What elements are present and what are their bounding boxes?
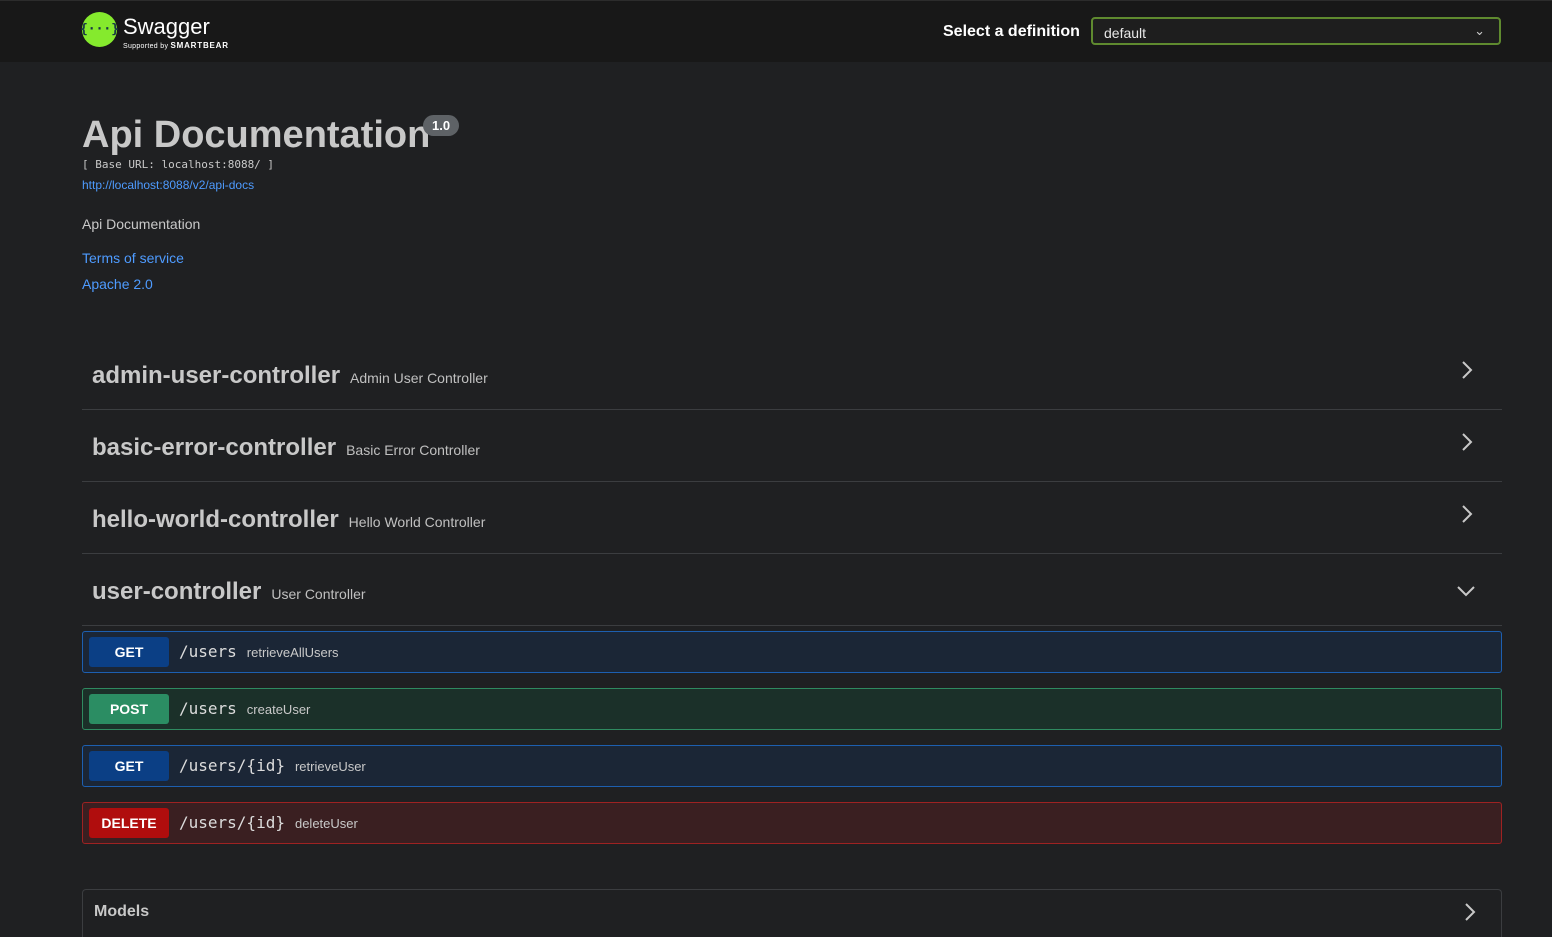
tag-name: basic-error-controller — [92, 434, 337, 461]
operation-path: /users/{id} — [179, 756, 285, 775]
terms-of-service-link[interactable]: Terms of service — [82, 250, 184, 266]
tag-name: hello-world-controller — [92, 506, 339, 533]
method-badge: DELETE — [89, 808, 169, 838]
operation-delete-user[interactable]: DELETE /users/{id} deleteUser — [82, 802, 1502, 844]
operation-summary: retrieveUser — [294, 759, 366, 774]
operation-get-users[interactable]: GET /users retrieveAllUsers — [82, 631, 1502, 673]
api-description: Api Documentation — [82, 216, 201, 232]
definition-select[interactable]: default ⌄ — [1091, 17, 1501, 45]
operation-summary: deleteUser — [294, 816, 358, 831]
chevron-right-icon — [1465, 903, 1476, 921]
top-bar: {···} Swagger Supported by SMARTBEAR Sel… — [0, 0, 1552, 62]
chevron-right-icon — [1462, 361, 1473, 379]
chevron-right-icon — [1462, 433, 1473, 451]
method-badge: GET — [89, 751, 169, 781]
operation-summary: createUser — [246, 702, 311, 717]
tag-user-controller[interactable]: user-controller User Controller — [82, 554, 1502, 626]
method-badge: GET — [89, 637, 169, 667]
tag-admin-user-controller[interactable]: admin-user-controller Admin User Controll… — [82, 338, 1502, 410]
page-title: Api Documentation — [82, 114, 431, 156]
tag-basic-error-controller[interactable]: basic-error-controller Basic Error Contro… — [82, 410, 1502, 482]
tag-description: Admin User Controller — [350, 370, 488, 386]
base-url: [ Base URL: localhost:8088/ ] — [82, 158, 275, 171]
operation-path: /users — [179, 642, 237, 661]
api-docs-link[interactable]: http://localhost:8088/v2/api-docs — [82, 178, 254, 192]
tag-description: User Controller — [271, 586, 366, 602]
swagger-logo-icon: {···} — [80, 12, 119, 47]
chevron-down-icon — [1457, 586, 1475, 597]
tag-name: user-controller — [92, 578, 262, 605]
models-section[interactable]: Models — [82, 889, 1502, 937]
chevron-right-icon — [1462, 505, 1473, 523]
logo-title: Swagger — [123, 14, 210, 39]
models-title: Models — [94, 903, 150, 920]
tag-description: Basic Error Controller — [346, 442, 480, 458]
operation-summary: retrieveAllUsers — [246, 645, 339, 660]
version-badge: 1.0 — [423, 115, 460, 136]
operation-path: /users/{id} — [179, 813, 285, 832]
method-badge: POST — [89, 694, 169, 724]
tag-name: admin-user-controller — [92, 362, 341, 389]
operation-get-user-by-id[interactable]: GET /users/{id} retrieveUser — [82, 745, 1502, 787]
operation-path: /users — [179, 699, 237, 718]
license-link[interactable]: Apache 2.0 — [82, 276, 153, 292]
swagger-logo[interactable]: {···} Swagger Supported by SMARTBEAR — [80, 12, 229, 51]
chevron-down-icon: ⌄ — [1474, 23, 1485, 38]
operation-post-users[interactable]: POST /users createUser — [82, 688, 1502, 730]
tag-description: Hello World Controller — [348, 514, 486, 530]
definition-select-value: default — [1104, 25, 1147, 41]
definition-label: Select a definition — [943, 23, 1080, 40]
tag-hello-world-controller[interactable]: hello-world-controller Hello World Contro… — [82, 482, 1502, 554]
logo-subtitle: Supported by SMARTBEAR — [123, 41, 229, 51]
